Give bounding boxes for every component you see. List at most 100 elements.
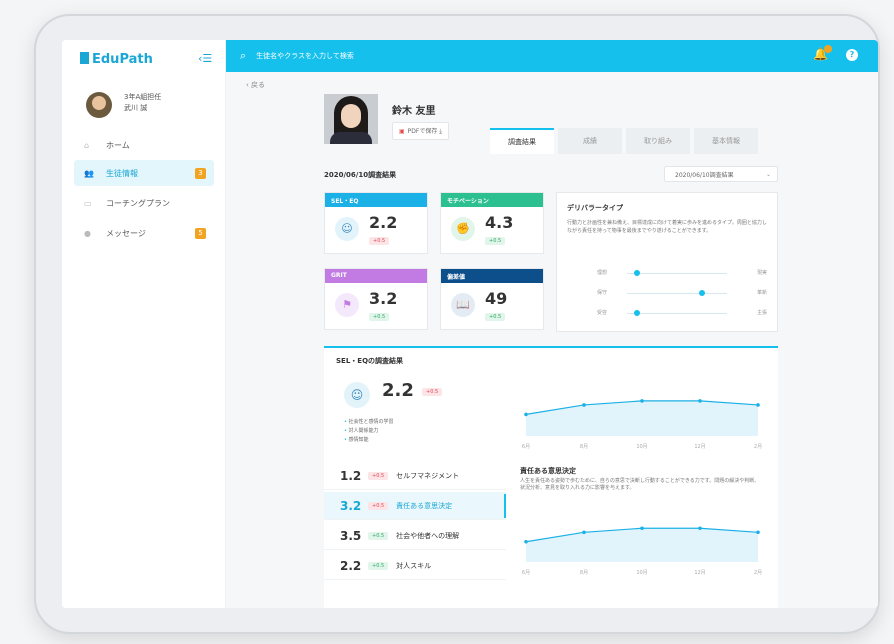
sidebar-badge: 5 — [195, 227, 206, 239]
subscore-row[interactable]: 3.5 +0.5 社会や他者への理解 — [324, 522, 506, 550]
subscore-delta: +0.5 — [368, 531, 389, 540]
type-slider: 理想 現実 — [597, 269, 767, 279]
help-icon[interactable]: ? — [846, 49, 858, 61]
subscore-row[interactable]: 3.2 +0.5 責任ある意思決定 — [324, 492, 506, 520]
user-meta: 3年A組担任 武川 誠 — [124, 92, 161, 114]
tabs: 調査結果 成績 取り組み 基本情報 — [490, 128, 758, 154]
app-screen: EduPath ‹☰ 3年A組担任 武川 誠 ⌂ ホーム 👥 生徒情報 3 ▭ コーチン… — [62, 40, 878, 608]
metric-value: 4.3 — [485, 213, 514, 232]
tab-activities[interactable]: 取り組み — [626, 128, 690, 154]
subscore-row[interactable]: 2.2 +0.5 対人スキル — [324, 552, 506, 580]
tab-grades[interactable]: 成績 — [558, 128, 622, 154]
pdf-save-button[interactable]: ▣ PDFで保存 ⤓ — [392, 122, 449, 140]
sel-panel-title: SEL・EQの調査結果 — [336, 357, 404, 365]
sidebar-item-coaching[interactable]: ▭ コーチングプラン — [74, 190, 214, 216]
chart-point — [524, 539, 528, 544]
logo-icon — [80, 52, 89, 64]
menu-collapse-icon[interactable]: ‹☰ — [198, 52, 212, 65]
detail-trend-chart: 6月 8月 10月 12月 2月 — [522, 526, 762, 576]
subscore-row[interactable]: 1.2 +0.5 セルフマネジメント — [324, 462, 506, 490]
notification-badge — [824, 45, 832, 53]
bullet-item: 感情知能 — [344, 437, 369, 443]
metric-card-sel[interactable]: SEL・EQ ☺ 2.2 +0.5 — [324, 192, 428, 254]
chart-area — [526, 400, 758, 436]
tab-survey-results[interactable]: 調査結果 — [490, 128, 554, 154]
metric-title: モチベーション — [441, 193, 543, 207]
bullet-item: 社会性と感情の学習 — [344, 419, 394, 425]
metric-delta: +0.5 — [485, 237, 506, 245]
subscore-value: 2.2 — [340, 558, 362, 573]
metric-value: 2.2 — [369, 213, 398, 232]
tab-basic-info[interactable]: 基本情報 — [694, 128, 758, 154]
x-tick-label: 10月 — [636, 570, 647, 576]
type-description: 行動力と計画性を兼ね備え、目標達成に向けて着実に歩みを進めるタイプ。周囲と協力し… — [567, 220, 767, 234]
slider-knob — [634, 310, 640, 316]
subscore-label: 対人スキル — [396, 561, 432, 570]
subscore-label: セルフマネジメント — [396, 471, 460, 480]
metric-card-grit[interactable]: GRIT ⚑ 3.2 +0.5 — [324, 268, 428, 330]
subscore-delta: +0.5 — [368, 501, 389, 510]
metric-value: 3.2 — [369, 289, 398, 308]
chart-point — [582, 530, 586, 535]
metric-delta: +0.5 — [369, 313, 390, 321]
bell-icon[interactable]: 🔔 — [813, 45, 832, 61]
type-title: デリバラータイプ — [567, 204, 623, 212]
chart-area — [526, 528, 758, 562]
subscore-value: 3.2 — [340, 498, 362, 513]
x-tick-label: 10月 — [636, 444, 647, 450]
sidebar-badge: 3 — [195, 167, 206, 179]
x-tick-label: 8月 — [580, 444, 588, 450]
back-link[interactable]: ‹ 戻る — [246, 80, 265, 90]
sel-panel: SEL・EQの調査結果 ☺ 2.2 +0.5 社会性と感情の学習 対人関係能力 … — [324, 346, 778, 608]
metric-title: 偏差値 — [441, 269, 543, 283]
pdf-icon: ▣ — [399, 128, 405, 135]
app-logo[interactable]: EduPath — [80, 52, 153, 67]
slider-right-label: 主張 — [756, 310, 767, 316]
x-tick-label: 12月 — [694, 570, 705, 576]
sel-subscores: 1.2 +0.5 セルフマネジメント 3.2 +0.5 責任ある意思決定 3.5 +0.5… — [324, 462, 506, 608]
motivation-icon: ✊ — [451, 217, 475, 241]
sidebar-item-label: 生徒情報 — [106, 168, 138, 178]
subscore-value: 1.2 — [340, 468, 362, 483]
type-slider: 保守 革新 — [597, 289, 767, 299]
sidebar-item-label: ホーム — [106, 140, 130, 150]
metric-card-motivation[interactable]: モチベーション ✊ 4.3 +0.5 — [440, 192, 544, 254]
subscore-value: 3.5 — [340, 528, 362, 543]
home-icon: ⌂ — [84, 141, 90, 150]
x-tick-label: 12月 — [694, 444, 705, 450]
slider-left-label: 保守 — [597, 290, 608, 296]
student-photo — [324, 94, 378, 144]
content: 2020/06/10調査結果 2020/06/10調査結果 ⌄ SEL・EQ ☺ … — [324, 156, 778, 608]
sidebar-item-students[interactable]: 👥 生徒情報 3 — [74, 160, 214, 186]
users-icon: 👥 — [84, 169, 94, 178]
slider-left-label: 受容 — [597, 310, 608, 316]
chart-point — [582, 403, 586, 407]
detail-description: 人生を責任ある姿勢で歩むために、自らの意思で決断し行動することができる力です。問… — [520, 478, 760, 491]
search-input[interactable]: ⌕ 生徒名やクラスを入力して検索 — [240, 49, 354, 63]
date-select-value: 2020/06/10調査結果 — [675, 171, 734, 179]
chart-point — [698, 526, 702, 531]
slider-right-label: 革新 — [756, 290, 767, 296]
plan-icon: ▭ — [84, 199, 92, 208]
sidebar-item-messages[interactable]: ● メッセージ 5 — [74, 220, 214, 246]
chevron-down-icon: ⌄ — [765, 170, 771, 178]
logo-text: EduPath — [92, 52, 153, 67]
sidebar: EduPath ‹☰ 3年A組担任 武川 誠 ⌂ ホーム 👥 生徒情報 3 ▭ コーチン… — [62, 40, 226, 608]
main-area: ‹ 戻る 鈴木 友里 ▣ PDFで保存 ⤓ 調査結果 成績 取り組み 基本情報 2… — [226, 72, 878, 608]
user-name: 武川 誠 — [124, 104, 148, 112]
chart-point — [756, 403, 760, 407]
sidebar-item-label: メッセージ — [106, 228, 146, 238]
metric-delta: +0.5 — [485, 313, 506, 321]
metric-card-deviation[interactable]: 偏差値 📖 49 +0.5 — [440, 268, 544, 330]
sidebar-item-home[interactable]: ⌂ ホーム — [74, 132, 214, 158]
subscore-delta: +0.5 — [368, 471, 389, 480]
flag-icon: ⚑ — [335, 293, 359, 317]
date-select[interactable]: 2020/06/10調査結果 ⌄ — [664, 166, 778, 182]
x-tick-label: 6月 — [522, 570, 530, 576]
chart-point — [640, 399, 644, 403]
type-slider: 受容 主張 — [597, 309, 767, 319]
sel-trend-chart: 6月 8月 10月 12月 2月 — [522, 399, 762, 450]
subscore-detail: 責任ある意思決定 人生を責任ある姿勢で歩むために、自らの意思で決断し行動すること… — [514, 462, 776, 608]
slider-right-label: 現実 — [756, 270, 767, 276]
metric-title: SEL・EQ — [325, 193, 427, 207]
